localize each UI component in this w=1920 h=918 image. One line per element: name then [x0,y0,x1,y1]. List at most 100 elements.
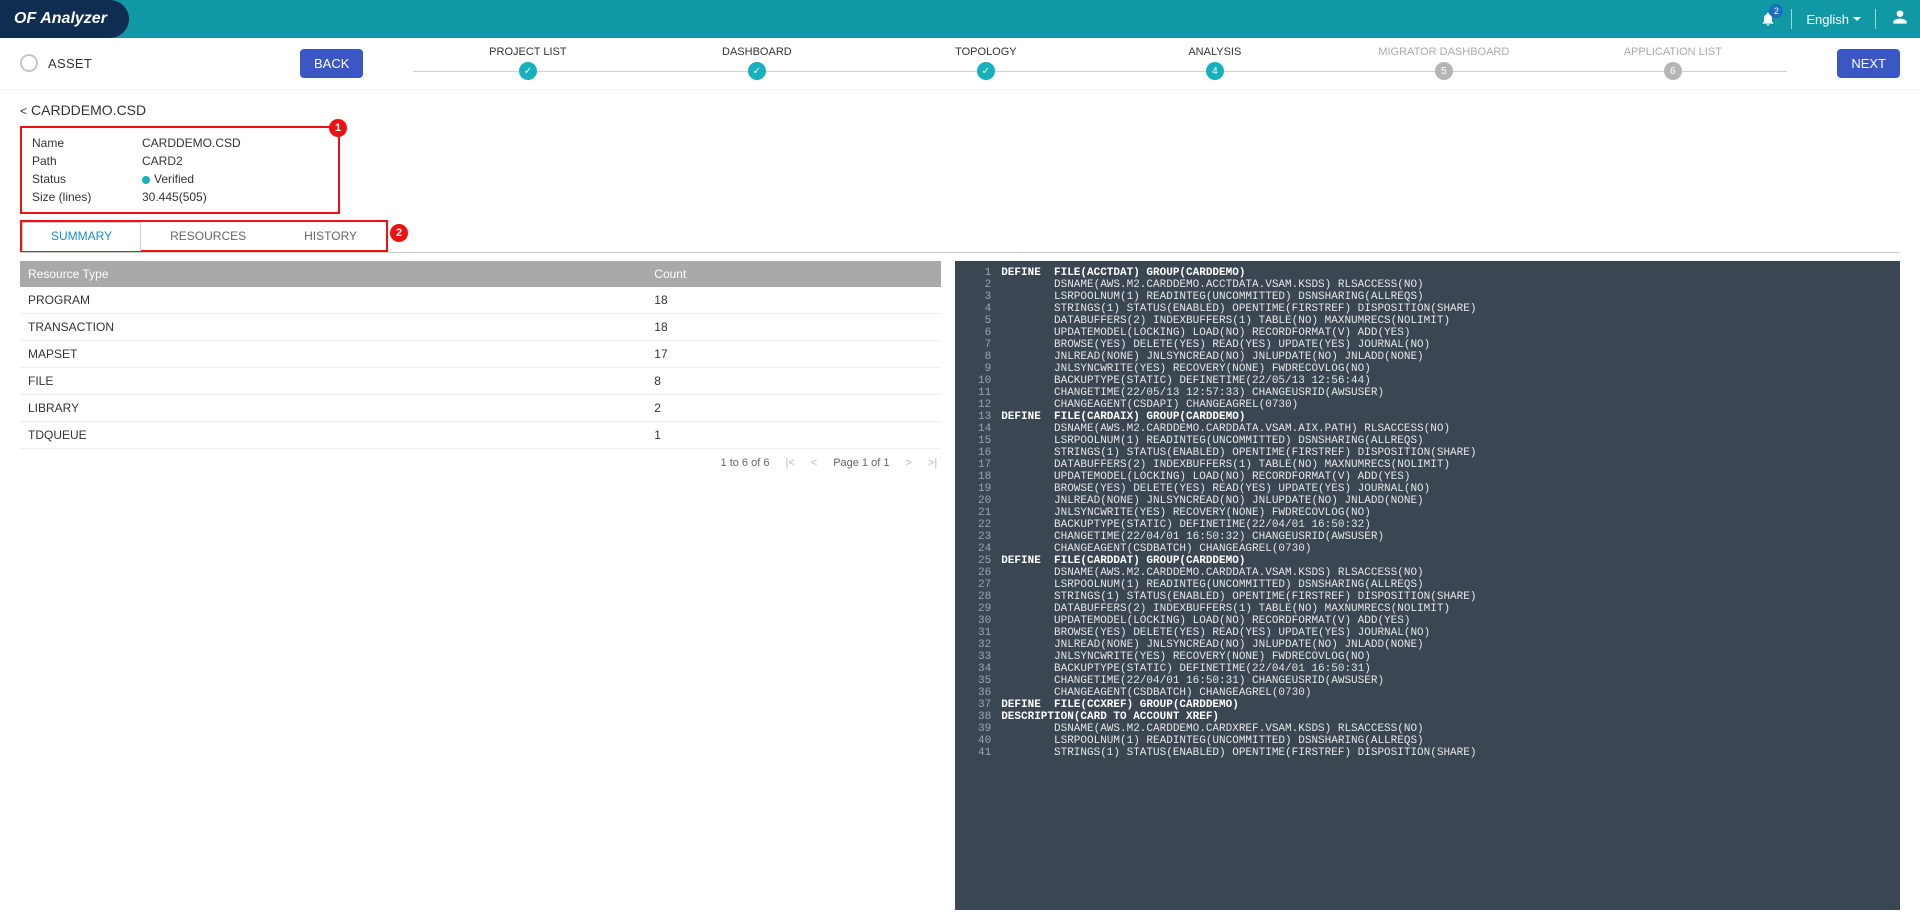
step-application-list[interactable]: APPLICATION LIST6 [1558,46,1787,80]
code-text: DEFINE FILE(ACCTDAT) GROUP(CARDDEMO) [1001,267,1245,279]
resource-table-body: PROGRAM18TRANSACTION18MAPSET17FILE8LIBRA… [20,287,941,449]
status-dot-icon [142,176,150,184]
code-line: 28 STRINGS(1) STATUS(ENABLED) OPENTIME(F… [963,591,1892,603]
line-number: 27 [963,579,991,591]
pager-last-icon[interactable]: >| [928,457,937,469]
step-dashboard[interactable]: DASHBOARD [642,46,871,80]
divider [1791,9,1792,29]
detail-value: CARD2 [142,154,183,168]
line-number: 31 [963,627,991,639]
code-text: UPDATEMODEL(LOCKING) LOAD(NO) RECORDFORM… [1001,471,1410,483]
line-number: 19 [963,483,991,495]
language-selector[interactable]: English [1806,12,1861,27]
code-text: STRINGS(1) STATUS(ENABLED) OPENTIME(FIRS… [1001,303,1476,315]
line-number: 12 [963,399,991,411]
line-number: 2 [963,279,991,291]
notification-bell-icon[interactable]: 2 [1759,10,1777,28]
code-text: JNLSYNCWRITE(YES) RECOVERY(NONE) FWDRECO… [1001,651,1371,663]
tab-resources[interactable]: RESOURCES [141,222,275,250]
pager-first-icon[interactable]: |< [785,457,794,469]
code-text: CHANGETIME(22/04/01 16:50:31) CHANGEUSRI… [1001,675,1384,687]
table-row[interactable]: FILE8 [20,367,941,394]
tab-row: 2 SUMMARYRESOURCESHISTORY [20,220,1900,253]
step-analysis[interactable]: ANALYSIS 4 [1100,46,1329,80]
pager-range: 1 to 6 of 6 [721,457,770,469]
code-line: 5 DATABUFFERS(2) INDEXBUFFERS(1) TABLE(N… [963,315,1892,327]
code-line: 21 JNLSYNCWRITE(YES) RECOVERY(NONE) FWDR… [963,507,1892,519]
code-text: CHANGETIME(22/04/01 16:50:32) CHANGEUSRI… [1001,531,1384,543]
code-text: DSNAME(AWS.M2.CARDDEMO.ACCTDATA.VSAM.KSD… [1001,279,1423,291]
code-text: BACKUPTYPE(STATIC) DEFINETIME(22/04/01 1… [1001,519,1371,531]
table-row[interactable]: LIBRARY2 [20,394,941,421]
line-number: 29 [963,603,991,615]
code-text: DATABUFFERS(2) INDEXBUFFERS(1) TABLE(NO)… [1001,603,1450,615]
table-row[interactable]: TDQUEUE1 [20,421,941,448]
step-circle [519,62,537,80]
user-icon[interactable] [1890,7,1910,32]
step-label: APPLICATION LIST [1624,46,1722,58]
detail-value: CARDDEMO.CSD [142,136,241,150]
td-count: 8 [646,367,941,394]
callout-2: 2 [390,224,408,242]
line-number: 40 [963,735,991,747]
code-line: 2 DSNAME(AWS.M2.CARDDEMO.ACCTDATA.VSAM.K… [963,279,1892,291]
logo: OF Analyzer [0,0,129,38]
line-number: 14 [963,423,991,435]
code-line: 6 UPDATEMODEL(LOCKING) LOAD(NO) RECORDFO… [963,327,1892,339]
line-number: 32 [963,639,991,651]
line-number: 36 [963,687,991,699]
td-resource-type: MAPSET [20,340,646,367]
code-line: 35 CHANGETIME(22/04/01 16:50:31) CHANGEU… [963,675,1892,687]
code-text: DEFINE FILE(CARDDAT) GROUP(CARDDEMO) [1001,555,1245,567]
pager-next-icon[interactable]: > [905,457,911,469]
back-button[interactable]: BACK [300,49,363,78]
tab-summary[interactable]: SUMMARY [22,222,141,251]
table-row[interactable]: PROGRAM18 [20,287,941,314]
step-circle [977,62,995,80]
code-line: 37DEFINE FILE(CCXREF) GROUP(CARDDEMO) [963,699,1892,711]
step-circle: 4 [1206,62,1224,80]
code-line: 1 DEFINE FILE(ACCTDAT) GROUP(CARDDEMO) [963,267,1892,279]
code-text: JNLREAD(NONE) JNLSYNCREAD(NO) JNLUPDATE(… [1001,351,1423,363]
step-migrator-dashboard[interactable]: MIGRATOR DASHBOARD5 [1329,46,1558,80]
code-line: 27 LSRPOOLNUM(1) READINTEG(UNCOMMITTED) … [963,579,1892,591]
step-label: ANALYSIS [1188,46,1241,58]
td-count: 2 [646,394,941,421]
asset-block: ASSET [20,54,280,72]
next-button[interactable]: NEXT [1837,49,1900,78]
line-number: 26 [963,567,991,579]
code-text: CHANGETIME(22/05/13 12:57:33) CHANGEUSRI… [1001,387,1384,399]
line-number: 5 [963,315,991,327]
detail-value: Verified [142,172,194,186]
code-line: 33 JNLSYNCWRITE(YES) RECOVERY(NONE) FWDR… [963,651,1892,663]
line-number: 20 [963,495,991,507]
asset-label: ASSET [48,56,92,71]
step-topology[interactable]: TOPOLOGY [871,46,1100,80]
breadcrumb-back[interactable]: <CARDDEMO.CSD [20,102,146,118]
line-number: 13 [963,411,991,423]
pager-page: Page 1 of 1 [833,457,889,469]
appbar-right: 2 English [1759,0,1910,38]
line-number: 1 [963,267,991,279]
detail-row-name: NameCARDDEMO.CSD [32,134,328,152]
tab-history[interactable]: HISTORY [275,222,386,250]
code-text: LSRPOOLNUM(1) READINTEG(UNCOMMITTED) DSN… [1001,579,1423,591]
code-line: 25DEFINE FILE(CARDDAT) GROUP(CARDDEMO) [963,555,1892,567]
breadcrumb: <CARDDEMO.CSD [0,90,1920,122]
line-number: 28 [963,591,991,603]
code-viewer[interactable]: 1DEFINE FILE(ACCTDAT) GROUP(CARDDEMO)2 D… [955,261,1900,910]
td-resource-type: FILE [20,367,646,394]
caret-down-icon [1853,17,1861,21]
code-line: 8 JNLREAD(NONE) JNLSYNCREAD(NO) JNLUPDAT… [963,351,1892,363]
code-text: BROWSE(YES) DELETE(YES) READ(YES) UPDATE… [1001,483,1430,495]
code-line: 26 DSNAME(AWS.M2.CARDDEMO.CARDDATA.VSAM.… [963,567,1892,579]
line-number: 35 [963,675,991,687]
table-row[interactable]: MAPSET17 [20,340,941,367]
detail-box: 1 NameCARDDEMO.CSDPathCARD2StatusVerifie… [20,126,340,214]
step-project-list[interactable]: PROJECT LIST [413,46,642,80]
pager-prev-icon[interactable]: < [811,457,817,469]
table-row[interactable]: TRANSACTION18 [20,313,941,340]
code-text: LSRPOOLNUM(1) READINTEG(UNCOMMITTED) DSN… [1001,291,1423,303]
code-line: 10 BACKUPTYPE(STATIC) DEFINETIME(22/05/1… [963,375,1892,387]
step-circle: 5 [1435,62,1453,80]
